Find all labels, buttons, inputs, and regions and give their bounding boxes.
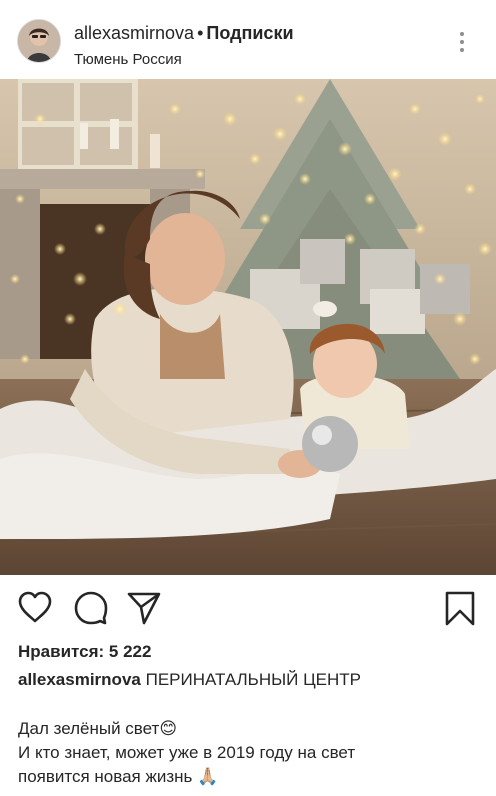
caption-body: Дал зелёный свет😊 И кто знает, может уже… (18, 717, 478, 789)
avatar-image (18, 20, 60, 62)
username-link[interactable]: allexasmirnova (74, 23, 194, 43)
send-icon[interactable] (126, 590, 162, 626)
post-photo-illustration (0, 79, 496, 575)
caption-headline: ПЕРИНАТАЛЬНЫЙ ЦЕНТР (145, 670, 362, 689)
likes-count: 5 222 (108, 642, 152, 661)
header-username-line: allexasmirnova • Подписки (74, 22, 294, 44)
caption-line: Дал зелёный свет😊 (18, 719, 178, 738)
dot-separator: • (197, 23, 204, 43)
caption-line: появится новая жизнь 🙏🏼 (18, 767, 219, 786)
caption-line: И кто знает, может уже в 2019 году на св… (18, 743, 356, 762)
caption-headline-row: allexasmirnova ПЕРИНАТАЛЬНЫЙ ЦЕНТР (18, 669, 361, 691)
heart-icon[interactable] (17, 590, 53, 626)
location-link[interactable]: Тюмень Россия (74, 51, 182, 69)
avatar[interactable] (17, 19, 61, 63)
caption-username-link[interactable]: allexasmirnova (18, 670, 141, 689)
more-vertical-icon[interactable] (452, 28, 472, 56)
comment-icon[interactable] (73, 590, 109, 626)
likes-count-row[interactable]: Нравится: 5 222 (18, 641, 151, 663)
post-photo[interactable] (0, 79, 496, 575)
post-actions (0, 576, 496, 634)
follow-button[interactable]: Подписки (206, 23, 293, 43)
post-header: allexasmirnova • Подписки Тюмень Россия (0, 0, 496, 80)
likes-label: Нравится: (18, 642, 105, 661)
bookmark-icon[interactable] (442, 590, 478, 626)
